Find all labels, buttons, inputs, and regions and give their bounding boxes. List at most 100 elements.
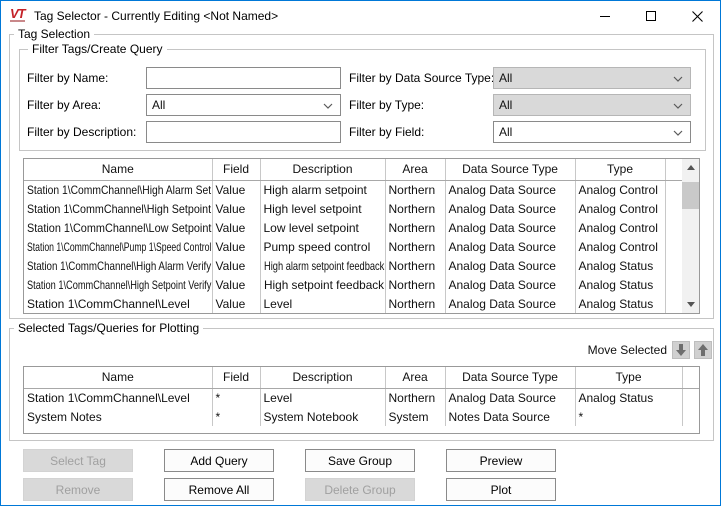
table-cell[interactable]: High alarm setpoint feedback xyxy=(260,256,385,275)
scroll-down-button[interactable] xyxy=(682,296,699,313)
table-cell[interactable]: Analog Data Source xyxy=(445,294,575,313)
table-cell[interactable]: Low level setpoint xyxy=(260,218,385,237)
column-header[interactable]: Field xyxy=(212,367,260,388)
table-cell[interactable]: Value xyxy=(212,237,260,256)
column-header[interactable]: Name xyxy=(24,367,212,388)
table-cell[interactable]: Value xyxy=(212,218,260,237)
add-query-button[interactable]: Add Query xyxy=(164,449,274,472)
table-cell[interactable]: Analog Control xyxy=(575,199,665,218)
scrollbar-thumb[interactable] xyxy=(682,182,699,209)
plot-button[interactable]: Plot xyxy=(446,478,556,501)
table-row[interactable]: Station 1\CommChannel\Pump 1\Speed Contr… xyxy=(24,237,682,256)
column-header[interactable]: Type xyxy=(575,367,682,388)
table-cell[interactable]: Analog Data Source xyxy=(445,199,575,218)
table-cell[interactable]: Northern xyxy=(385,294,445,313)
table-cell[interactable]: Notes Data Source xyxy=(445,407,575,426)
move-selected-label: Move Selected xyxy=(583,341,667,359)
table-cell[interactable]: Northern xyxy=(385,180,445,199)
table-cell[interactable]: Value xyxy=(212,180,260,199)
table-cell[interactable]: Level xyxy=(260,388,385,407)
table-cell[interactable]: * xyxy=(212,407,260,426)
table-cell[interactable]: Station 1\CommChannel\High Setpoint Veri… xyxy=(24,275,212,294)
table-cell[interactable]: Analog Control xyxy=(575,237,665,256)
table-cell[interactable]: Northern xyxy=(385,275,445,294)
filter-by-field-select[interactable]: All xyxy=(493,121,691,143)
save-group-button[interactable]: Save Group xyxy=(305,449,415,472)
table-cell[interactable]: Value xyxy=(212,275,260,294)
close-button[interactable] xyxy=(674,1,720,31)
remove-all-button[interactable]: Remove All xyxy=(164,478,274,501)
table-cell[interactable]: Analog Data Source xyxy=(445,218,575,237)
table-cell[interactable]: High level setpoint xyxy=(260,199,385,218)
table-cell[interactable]: Analog Control xyxy=(575,218,665,237)
table-cell[interactable]: System Notes xyxy=(24,407,212,426)
filter-by-data-source-type-label: Filter by Data Source Type: xyxy=(349,67,494,89)
column-header[interactable]: Area xyxy=(385,159,445,180)
table-cell[interactable]: Northern xyxy=(385,237,445,256)
table-cell[interactable]: Station 1\CommChannel\High Alarm Set xyxy=(24,180,212,199)
table-cell[interactable]: Northern xyxy=(385,388,445,407)
table-cell[interactable]: Northern xyxy=(385,218,445,237)
table-cell[interactable]: Analog Data Source xyxy=(445,237,575,256)
column-header[interactable]: Name xyxy=(24,159,212,180)
table-cell[interactable]: Value xyxy=(212,294,260,313)
column-header[interactable]: Data Source Type xyxy=(445,159,575,180)
table-cell[interactable]: Analog Status xyxy=(575,275,665,294)
column-header[interactable]: Type xyxy=(575,159,665,180)
filter-by-description-input[interactable] xyxy=(146,121,341,143)
table-cell[interactable]: Northern xyxy=(385,256,445,275)
table-cell[interactable]: * xyxy=(212,388,260,407)
preview-button[interactable]: Preview xyxy=(446,449,556,472)
move-up-button[interactable] xyxy=(694,341,712,359)
table-cell[interactable]: Analog Data Source xyxy=(445,388,575,407)
table-cell[interactable]: Station 1\CommChannel\Low Setpoint xyxy=(24,218,212,237)
table-row[interactable]: System Notes*System NotebookSystemNotes … xyxy=(24,407,699,426)
filter-by-type-select[interactable]: All xyxy=(493,94,691,116)
table-row[interactable]: Station 1\CommChannel\High Alarm VerifyV… xyxy=(24,256,682,275)
column-header[interactable]: Field xyxy=(212,159,260,180)
table-cell[interactable]: Analog Control xyxy=(575,180,665,199)
table-cell[interactable]: Analog Status xyxy=(575,294,665,313)
table-cell[interactable]: Station 1\CommChannel\High Setpoint xyxy=(24,199,212,218)
minimize-button[interactable] xyxy=(582,1,628,31)
table-cell[interactable]: Station 1\CommChannel\Level xyxy=(24,388,212,407)
column-header[interactable]: Area xyxy=(385,367,445,388)
table-cell[interactable]: Value xyxy=(212,256,260,275)
table-cell[interactable]: High alarm setpoint xyxy=(260,180,385,199)
close-icon xyxy=(692,11,703,22)
table-cell[interactable]: System Notebook xyxy=(260,407,385,426)
table-cell[interactable]: Analog Status xyxy=(575,388,682,407)
filter-by-data-source-type-select[interactable]: All xyxy=(493,67,691,89)
maximize-button[interactable] xyxy=(628,1,674,31)
table-cell[interactable]: Station 1\CommChannel\Pump 1\Speed Contr… xyxy=(24,237,212,256)
column-header[interactable]: Description xyxy=(260,159,385,180)
table-row[interactable]: Station 1\CommChannel\Low SetpointValueL… xyxy=(24,218,682,237)
table-cell[interactable]: Level xyxy=(260,294,385,313)
filter-by-area-select[interactable]: All xyxy=(146,94,341,116)
arrow-down-icon xyxy=(675,343,687,357)
filter-by-data-source-type-value: All xyxy=(499,71,512,85)
table-row[interactable]: Station 1\CommChannel\LevelValueLevelNor… xyxy=(24,294,682,313)
table-cell[interactable]: * xyxy=(575,407,682,426)
table-row[interactable]: Station 1\CommChannel\High Setpoint Veri… xyxy=(24,275,682,294)
scroll-up-button[interactable] xyxy=(682,159,699,176)
table-cell[interactable]: Analog Data Source xyxy=(445,256,575,275)
table-row[interactable]: Station 1\CommChannel\High Alarm SetValu… xyxy=(24,180,682,199)
table-cell[interactable]: Pump speed control xyxy=(260,237,385,256)
table-cell[interactable]: Northern xyxy=(385,199,445,218)
table-cell[interactable]: High setpoint feedback xyxy=(260,275,385,294)
filter-by-name-input[interactable] xyxy=(146,67,341,89)
table-cell[interactable]: Analog Data Source xyxy=(445,275,575,294)
vertical-scrollbar[interactable] xyxy=(682,159,699,313)
table-cell[interactable]: System xyxy=(385,407,445,426)
table-cell[interactable]: Analog Data Source xyxy=(445,180,575,199)
move-down-button[interactable] xyxy=(672,341,690,359)
table-row[interactable]: Station 1\CommChannel\High SetpointValue… xyxy=(24,199,682,218)
table-cell[interactable]: Station 1\CommChannel\High Alarm Verify xyxy=(24,256,212,275)
table-cell[interactable]: Station 1\CommChannel\Level xyxy=(24,294,212,313)
table-cell[interactable]: Value xyxy=(212,199,260,218)
table-cell[interactable]: Analog Status xyxy=(575,256,665,275)
table-row[interactable]: Station 1\CommChannel\Level*LevelNorther… xyxy=(24,388,699,407)
column-header[interactable]: Description xyxy=(260,367,385,388)
column-header[interactable]: Data Source Type xyxy=(445,367,575,388)
